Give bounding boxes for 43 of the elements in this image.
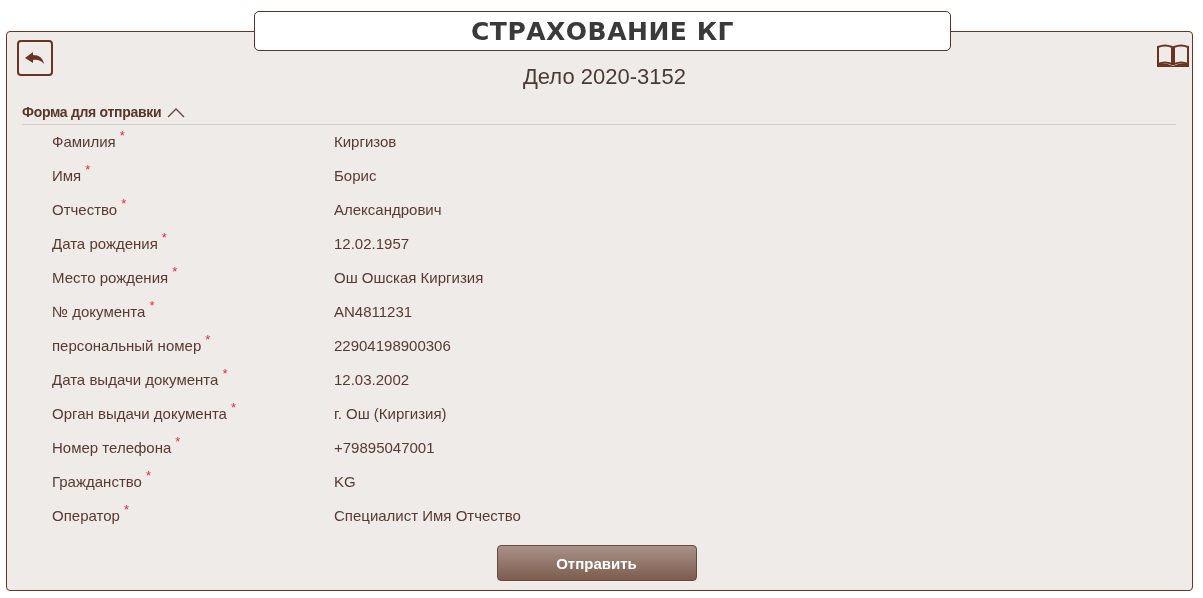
field-value: 12.02.1957 — [334, 235, 410, 252]
required-mark: * — [121, 196, 127, 213]
field-label: Отчество — [52, 201, 118, 218]
required-mark: * — [205, 332, 211, 349]
required-mark: * — [175, 434, 181, 451]
app-title: СТРАХОВАНИЕ КГ — [254, 11, 951, 51]
field-label: Место рождения — [52, 269, 169, 286]
required-mark: * — [230, 400, 237, 417]
required-mark: * — [172, 264, 178, 281]
required-mark: * — [149, 298, 155, 315]
field-value: Киргизов — [334, 133, 397, 150]
required-mark: * — [119, 128, 125, 145]
field-label: Оператор — [52, 507, 120, 524]
field-label: Орган выдачи документа — [52, 405, 227, 422]
field-label: Дата выдачи документа — [52, 371, 219, 388]
reply-arrow-icon — [24, 50, 46, 66]
field-value: Ош Ошская Киргизия — [334, 269, 484, 286]
field-value: г. Ош (Киргизия) — [334, 405, 447, 422]
field-value: +79895047001 — [334, 439, 435, 456]
section-toggle[interactable]: Форма для отправки — [22, 104, 186, 120]
field-label: Номер телефона — [52, 439, 172, 456]
field-label: Гражданство — [52, 473, 142, 490]
field-label: № документа — [52, 303, 146, 320]
required-mark: * — [145, 468, 151, 485]
field-label: Дата рождения — [52, 235, 158, 252]
field-value: AN4811231 — [334, 303, 413, 320]
field-value: 22904198900306 — [334, 337, 451, 354]
required-mark: * — [222, 366, 228, 383]
field-value: Александрович — [334, 201, 442, 218]
field-value: KG — [334, 473, 356, 490]
back-button[interactable] — [17, 40, 53, 76]
field-label: Имя — [52, 167, 82, 184]
field-label: персональный номер — [52, 337, 202, 354]
submit-button[interactable]: Отправить — [496, 545, 697, 581]
field-value: Борис — [334, 167, 377, 184]
required-mark: * — [123, 502, 129, 519]
case-title: Дело 2020-3152 — [522, 64, 686, 90]
field-label: Фамилия — [52, 133, 116, 150]
required-mark: * — [85, 162, 91, 179]
required-mark: * — [161, 230, 167, 247]
book-icon[interactable] — [1156, 44, 1190, 68]
field-value: Специалист Имя Отчество — [334, 507, 521, 524]
field-value: 12.03.2002 — [334, 371, 410, 388]
